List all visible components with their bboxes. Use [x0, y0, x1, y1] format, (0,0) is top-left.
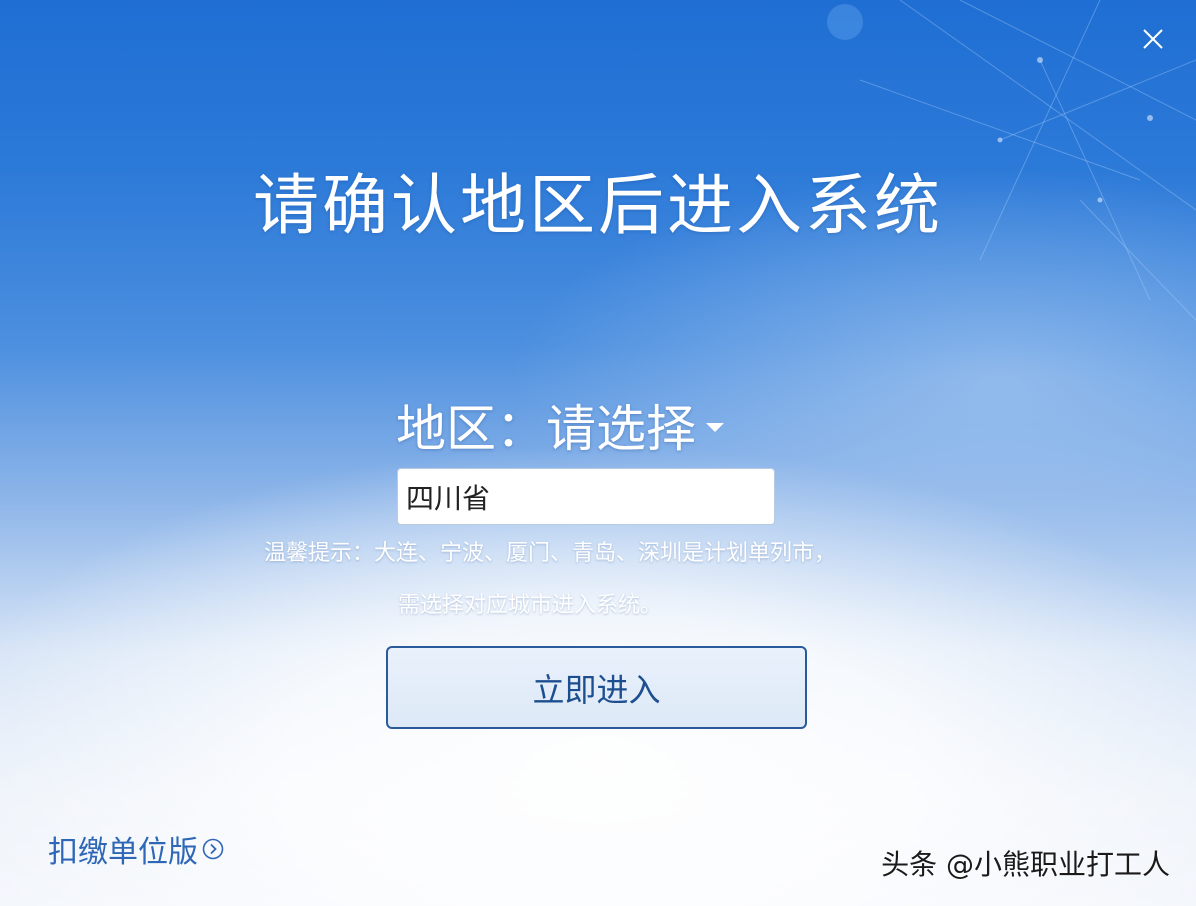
- tip-line-2: 需选择对应城市进入系统。: [398, 593, 663, 618]
- region-label: 地区：: [396, 400, 546, 458]
- withholding-unit-version-link[interactable]: 扣缴单位版: [48, 827, 224, 871]
- enter-now-label: 立即进入: [532, 670, 661, 709]
- close-button[interactable]: [1140, 26, 1166, 52]
- unit-version-label: 扣缴单位版: [48, 835, 198, 870]
- login-window: 请确认地区后进入系统 地区： 请选择 温馨提示：大连、宁波、厦门、青岛、深圳是计…: [0, 0, 1196, 906]
- caret-down-icon: [706, 422, 724, 432]
- close-icon: [1143, 29, 1163, 49]
- region-dropdown[interactable]: 请选择: [546, 389, 724, 461]
- page-title: 请确认地区后进入系统: [253, 167, 943, 244]
- tip-line-1: 温馨提示：大连、宁波、厦门、青岛、深圳是计划单列市，: [264, 541, 837, 566]
- region-selector-row: 地区： 请选择: [396, 390, 724, 460]
- enter-now-button[interactable]: 立即进入: [386, 646, 807, 729]
- circle-chevron-right-icon: [202, 838, 224, 860]
- province-input[interactable]: [397, 468, 775, 525]
- region-dropdown-value: 请选择: [546, 400, 696, 458]
- watermark: 头条 @小熊职业打工人: [881, 848, 1170, 881]
